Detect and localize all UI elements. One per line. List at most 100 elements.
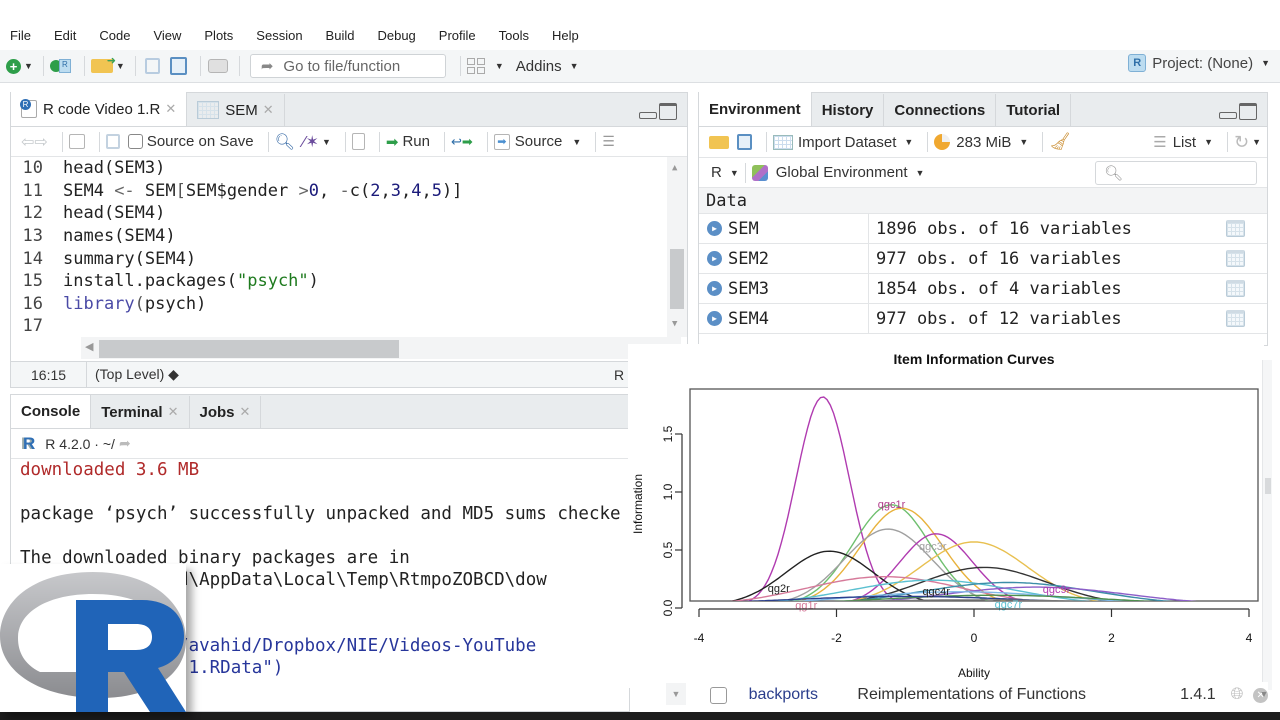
view-data-icon[interactable] — [1226, 310, 1245, 327]
chevron-down-icon: ▼ — [1261, 58, 1270, 68]
scroll-left-icon[interactable]: ◀ — [85, 340, 93, 353]
code-editor[interactable]: 10 head(SEM3) 11 SEM4 <- SEM[SEM$gender >0,… — [11, 157, 687, 337]
source-status-bar: 16:15 (Top Level) ◆ R — [11, 361, 687, 387]
print-button[interactable] — [207, 54, 229, 78]
minimize-icon[interactable] — [1219, 112, 1237, 119]
open-file-button[interactable]: ➜ ▼ — [90, 54, 125, 78]
code-tools-button[interactable]: ⁄✶ ▼ — [303, 132, 331, 152]
import-dataset-button[interactable]: Import Dataset ▼ — [773, 134, 913, 151]
addins-menu[interactable]: Addins ▼ — [516, 54, 579, 78]
close-icon[interactable]: ✕ — [165, 101, 176, 117]
find-button[interactable]: 🔍︎ — [275, 132, 295, 152]
menu-tools[interactable]: Tools — [499, 28, 529, 43]
back-forward-buttons[interactable]: ⇦⇨ — [21, 132, 48, 152]
tab-console[interactable]: Console — [11, 395, 92, 428]
editor-vertical-scrollbar[interactable]: ▲ ▼ — [667, 157, 687, 337]
tab-environment[interactable]: Environment — [699, 92, 812, 126]
save-all-button[interactable] — [168, 54, 190, 78]
clear-workspace-button[interactable]: 🧹︎ — [1049, 132, 1071, 152]
expand-icon[interactable]: ▶ — [707, 311, 722, 326]
save-button[interactable] — [142, 54, 164, 78]
menu-session[interactable]: Session — [256, 28, 302, 43]
tab-r-code-file[interactable]: R R code Video 1.R ✕ — [11, 92, 188, 126]
scroll-up-icon[interactable]: ▲ — [672, 163, 677, 173]
tab-history[interactable]: History — [811, 94, 885, 126]
code-line: 15 install.packages("psych") — [11, 270, 687, 293]
scope-selector[interactable]: (Top Level) ◆ — [87, 366, 179, 383]
close-icon[interactable]: ✕ — [240, 404, 251, 420]
expand-icon[interactable]: ▶ — [707, 251, 722, 266]
close-icon[interactable]: ✕ — [168, 404, 179, 420]
menu-plots[interactable]: Plots — [204, 28, 233, 43]
chevron-down-icon: ▼ — [494, 61, 504, 71]
environment-row[interactable]: ▶ SEM3 1854 obs. of 4 variables — [699, 274, 1267, 304]
pane-layout-button[interactable]: ▼ — [466, 54, 504, 78]
maximize-icon[interactable] — [1239, 103, 1257, 120]
scroll-thumb[interactable] — [99, 340, 399, 358]
environment-row[interactable]: ▶ SEM4 977 obs. of 12 variables — [699, 304, 1267, 334]
rerun-button[interactable]: ↩➡ — [451, 134, 473, 150]
code-lines: 10 head(SEM3) 11 SEM4 <- SEM[SEM$gender >0,… — [11, 157, 687, 338]
code-token: head(SEM4) — [63, 203, 166, 224]
project-menu[interactable]: R Project: (None) ▼ — [1128, 54, 1270, 72]
scroll-down-icon[interactable]: ▼ — [672, 319, 677, 329]
view-data-icon[interactable] — [1226, 280, 1245, 297]
menu-edit[interactable]: Edit — [54, 28, 76, 43]
view-mode-menu[interactable]: ☰ List ▼ — [1153, 133, 1213, 152]
package-name[interactable]: backports — [749, 686, 858, 704]
tab-tutorial[interactable]: Tutorial — [996, 94, 1072, 126]
run-button[interactable]: ➡ Run — [386, 133, 430, 151]
menu-code[interactable]: Code — [99, 28, 130, 43]
source-on-save-checkbox[interactable]: Source on Save — [127, 133, 254, 150]
new-file-button[interactable]: + ▼ — [6, 54, 33, 78]
save-source-button[interactable] — [105, 134, 120, 149]
new-project-button[interactable]: R — [49, 54, 74, 78]
source-button[interactable]: ➡ Source ▼ — [493, 133, 581, 150]
expand-icon[interactable]: ▶ — [707, 281, 722, 296]
globe-icon[interactable]: 🌐︎ — [1231, 686, 1244, 704]
menu-file[interactable]: File — [10, 28, 31, 43]
tab-jobs[interactable]: Jobs ✕ — [189, 396, 262, 428]
tab-sem-data[interactable]: SEM ✕ — [187, 94, 285, 126]
scroll-thumb[interactable] — [1265, 478, 1271, 494]
load-workspace-button[interactable] — [709, 135, 729, 149]
minimize-icon[interactable] — [639, 112, 657, 119]
view-data-icon[interactable] — [1226, 220, 1245, 237]
scroll-thumb[interactable] — [670, 249, 684, 309]
save-workspace-button[interactable] — [737, 134, 752, 150]
menu-debug[interactable]: Debug — [377, 28, 415, 43]
line-number: 13 — [22, 226, 43, 247]
memory-usage-button[interactable]: 283 MiB ▼ — [934, 134, 1028, 151]
line-number: 17 — [22, 316, 43, 337]
file-type[interactable]: R — [614, 367, 624, 383]
goto-file-input[interactable]: ➦ Go to file/function — [249, 54, 446, 78]
menu-profile[interactable]: Profile — [439, 28, 476, 43]
show-in-window-button[interactable] — [68, 134, 85, 149]
menu-build[interactable]: Build — [326, 28, 355, 43]
compile-report-button[interactable] — [351, 133, 365, 150]
menu-help[interactable]: Help — [552, 28, 579, 43]
scroll-down-icon[interactable]: ▼ — [1254, 683, 1274, 705]
y-tick-label: 1.0 — [661, 483, 675, 500]
environment-row[interactable]: ▶ SEM 1896 obs. of 16 variables — [699, 214, 1267, 244]
environment-selector[interactable]: Global Environment ▼ — [751, 164, 924, 181]
maximize-icon[interactable] — [659, 103, 677, 120]
language-selector[interactable]: R ▼ — [711, 164, 739, 181]
package-checkbox[interactable] — [710, 686, 727, 704]
packages-scrollbar[interactable] — [1262, 360, 1272, 690]
outline-button[interactable]: ☰ — [602, 133, 615, 150]
scroll-down-icon[interactable]: ▼ — [666, 683, 686, 705]
close-icon[interactable]: ✕ — [263, 102, 274, 118]
refresh-button[interactable]: ↻ ▼ — [1234, 132, 1261, 153]
environment-search-input[interactable]: 🔍︎ — [1095, 161, 1257, 185]
editor-horizontal-scrollbar[interactable]: ◀ — [81, 337, 681, 359]
expand-icon[interactable]: ▶ — [707, 221, 722, 236]
tab-connections[interactable]: Connections — [884, 94, 997, 126]
menu-view[interactable]: View — [153, 28, 181, 43]
chart-title: Item Information Curves — [893, 351, 1054, 367]
environment-row[interactable]: ▶ SEM2 977 obs. of 16 variables — [699, 244, 1267, 274]
goto-directory-icon[interactable]: ➦ — [119, 435, 131, 452]
view-data-icon[interactable] — [1226, 250, 1245, 267]
tab-terminal[interactable]: Terminal ✕ — [91, 396, 190, 428]
checkbox[interactable] — [127, 134, 143, 149]
